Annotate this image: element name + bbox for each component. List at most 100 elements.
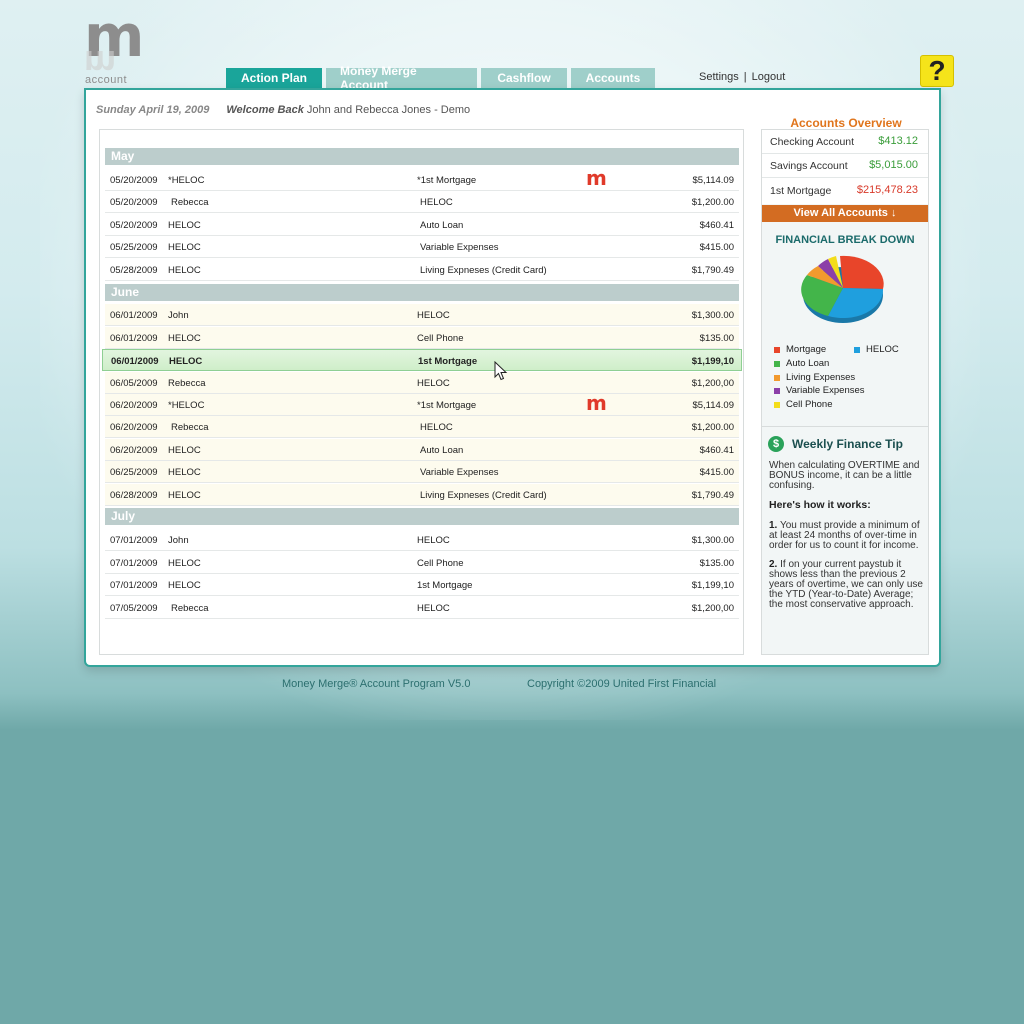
logo-text: account — [85, 74, 128, 86]
plan-row[interactable]: 06/01/2009 HELOC Cell Phone $135.00 — [105, 327, 739, 349]
row-amount: $460.41 — [699, 220, 734, 231]
row-amount: $415.00 — [699, 242, 734, 253]
legend-swatch — [774, 360, 780, 367]
account-name: 1st Mortgage — [770, 185, 832, 197]
account-row-mortgage[interactable]: 1st Mortgage $215,478.23 — [762, 179, 928, 203]
row-to: Variable Expenses — [420, 467, 499, 478]
tab-accounts[interactable]: Accounts — [571, 68, 655, 88]
row-date: 05/28/2009 — [110, 265, 158, 276]
tip-point-2-text: If on your current paystub it shows less… — [769, 559, 923, 610]
row-amount: $1,200.00 — [691, 197, 734, 208]
pie-slice-mortgage — [840, 255, 884, 289]
view-all-accounts-button[interactable]: View All Accounts ↓ — [762, 205, 928, 222]
row-date: 05/20/2009 — [110, 197, 158, 208]
plan-row[interactable]: 05/20/2009 *HELOC *1st Mortgage m $5,114… — [105, 166, 739, 191]
plan-row[interactable]: 06/20/2009 Rebecca HELOC $1,200.00 — [105, 416, 739, 438]
row-from: HELOC — [169, 356, 203, 367]
row-to: HELOC — [417, 535, 450, 546]
row-date: 06/01/2009 — [110, 310, 158, 321]
user-name: John and Rebecca Jones - Demo — [306, 104, 471, 116]
mma-icon: m — [586, 166, 607, 190]
row-amount: $135.00 — [699, 333, 734, 344]
account-value: $413.12 — [878, 135, 918, 147]
row-from: *HELOC — [168, 175, 205, 186]
tip-how: Here's how it works: — [769, 499, 871, 511]
plan-row[interactable]: 06/01/2009 John HELOC $1,300.00 — [105, 304, 739, 326]
plan-row[interactable]: 07/01/2009 John HELOC $1,300.00 — [105, 529, 739, 551]
row-date: 07/01/2009 — [110, 558, 158, 569]
legend-item-heloc: HELOC — [854, 344, 899, 355]
footer-copyright: Copyright ©2009 United First Financial — [527, 678, 717, 690]
help-button[interactable]: ? — [920, 55, 954, 87]
settings-link[interactable]: Settings — [699, 71, 739, 83]
accounts-list: Checking Account $413.12 Savings Account… — [762, 130, 928, 204]
main-panel: Sunday April 19, 2009 Welcome Back John … — [84, 88, 941, 667]
account-row-checking[interactable]: Checking Account $413.12 — [762, 130, 928, 154]
breakdown-pie-chart — [801, 255, 884, 323]
legend-swatch — [774, 346, 780, 353]
row-from: Rebecca — [168, 378, 206, 389]
row-from: HELOC — [168, 467, 201, 478]
account-name: Savings Account — [770, 160, 848, 172]
row-to: 1st Mortgage — [418, 356, 478, 367]
footer-program: Money Merge® Account Program V5.0 — [282, 678, 471, 690]
row-from: Rebecca — [171, 603, 209, 614]
welcome-bar: Sunday April 19, 2009 Welcome Back John … — [96, 104, 470, 116]
finance-tip-header: $ Weekly Finance Tip — [768, 436, 903, 452]
legend-item-mortgage: Mortgage — [774, 344, 826, 355]
legend-item-variable-expenses: Variable Expenses — [774, 385, 865, 396]
tab-action-plan[interactable]: Action Plan — [226, 68, 322, 88]
row-to: *1st Mortgage — [417, 400, 477, 411]
row-from: HELOC — [168, 580, 201, 591]
row-to: Cell Phone — [417, 333, 464, 344]
row-from: Rebecca — [171, 422, 209, 433]
row-from: HELOC — [168, 220, 201, 231]
account-row-savings[interactable]: Savings Account $5,015.00 — [762, 154, 928, 178]
accounts-overview-title: Accounts Overview — [790, 116, 902, 130]
row-amount: $1,790.49 — [691, 490, 734, 501]
row-from: John — [168, 310, 189, 321]
row-date: 05/25/2009 — [110, 242, 158, 253]
row-date: 06/28/2009 — [110, 490, 158, 501]
tab-cashflow[interactable]: Cashflow — [481, 68, 567, 88]
row-to: HELOC — [417, 603, 450, 614]
row-date: 07/01/2009 — [110, 535, 158, 546]
plan-row[interactable]: 05/28/2009 HELOC Living Expneses (Credit… — [105, 259, 739, 281]
row-to: HELOC — [417, 378, 450, 389]
account-value: $5,015.00 — [869, 159, 918, 171]
plan-row[interactable]: 07/01/2009 HELOC 1st Mortgage $1,199,10 — [105, 574, 739, 596]
tip-point-1: 1. You must provide a minimum of at leas… — [769, 521, 925, 551]
tab-money-merge-account[interactable]: Money Merge Account — [326, 64, 477, 92]
current-date: Sunday April 19, 2009 — [96, 104, 210, 116]
legend-label: Auto Loan — [786, 358, 830, 369]
plan-row[interactable]: 07/05/2009 Rebecca HELOC $1,200,00 — [105, 597, 739, 619]
plan-row[interactable]: 06/20/2009 *HELOC *1st Mortgage m $5,114… — [105, 391, 739, 416]
logout-link[interactable]: Logout — [752, 71, 786, 83]
plan-row[interactable]: 07/01/2009 HELOC Cell Phone $135.00 — [105, 552, 739, 574]
plan-row[interactable]: 05/20/2009 HELOC Auto Loan $460.41 — [105, 214, 739, 236]
legend-item-auto-loan: Auto Loan — [774, 358, 829, 369]
legend-label: Cell Phone — [786, 399, 833, 410]
plan-row[interactable]: 06/28/2009 HELOC Living Expneses (Credit… — [105, 484, 739, 506]
plan-row[interactable]: 05/20/2009 Rebecca HELOC $1,200.00 — [105, 191, 739, 213]
row-amount: $1,200,00 — [691, 603, 734, 614]
tip-point-1-text: You must provide a minimum of at least 2… — [769, 520, 920, 551]
account-value: $215,478.23 — [856, 184, 918, 196]
plan-row[interactable]: 06/25/2009 HELOC Variable Expenses $415.… — [105, 461, 739, 483]
row-to: HELOC — [417, 310, 450, 321]
plan-row[interactable]: 05/25/2009 HELOC Variable Expenses $415.… — [105, 236, 739, 258]
row-from: HELOC — [168, 265, 201, 276]
mma-icon: m — [586, 391, 607, 415]
row-date: 07/05/2009 — [110, 603, 158, 614]
finance-tip-title: Weekly Finance Tip — [792, 437, 903, 451]
plan-row-selected[interactable]: 06/01/2009 HELOC 1st Mortgage $1,199,10 — [102, 349, 742, 371]
logo[interactable]: m m account — [84, 7, 144, 86]
plan-row[interactable]: 06/05/2009 Rebecca HELOC $1,200,00 — [105, 372, 739, 394]
sidebar-divider — [762, 426, 928, 427]
row-date: 05/20/2009 — [110, 220, 158, 231]
row-date: 06/25/2009 — [110, 467, 158, 478]
plan-row[interactable]: 06/20/2009 HELOC Auto Loan $460.41 — [105, 439, 739, 461]
row-date: 06/20/2009 — [110, 422, 158, 433]
row-to: Cell Phone — [417, 558, 464, 569]
row-date: 07/01/2009 — [110, 580, 158, 591]
